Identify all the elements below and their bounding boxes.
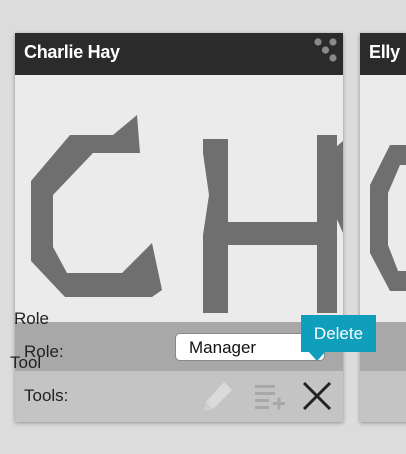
employee-card-next: Elly xyxy=(360,33,406,422)
employee-card: Charlie Hay Role: Manager Tools: xyxy=(15,33,343,422)
add-list-button[interactable] xyxy=(252,378,288,414)
tooltip-text: Delete xyxy=(313,324,364,343)
delete-tooltip: Delete xyxy=(301,315,376,361)
tooltip-arrow xyxy=(308,351,326,361)
tools-row xyxy=(360,371,406,422)
tools-label: Tools: xyxy=(24,386,69,405)
close-icon xyxy=(302,381,332,411)
role-row: Role: Manager xyxy=(15,322,343,371)
initials-logo xyxy=(31,115,343,313)
pencil-icon xyxy=(204,382,232,411)
initials-logo xyxy=(370,145,406,291)
drag-handle-icon[interactable] xyxy=(313,37,339,63)
role-label: Role xyxy=(14,309,49,328)
tools-row: Tools: xyxy=(15,371,343,422)
employee-photo xyxy=(15,75,343,322)
add-list-icon xyxy=(255,385,285,410)
tools-label: Tool xyxy=(10,353,42,372)
edit-button[interactable] xyxy=(200,378,236,414)
employee-name: Charlie Hay xyxy=(24,42,120,62)
card-header[interactable]: Elly xyxy=(360,33,406,75)
employee-photo xyxy=(360,75,406,322)
delete-button[interactable] xyxy=(299,378,335,414)
card-header[interactable]: Charlie Hay xyxy=(15,33,343,75)
role-value: Manager xyxy=(189,338,257,357)
employee-name: Elly xyxy=(369,42,400,62)
